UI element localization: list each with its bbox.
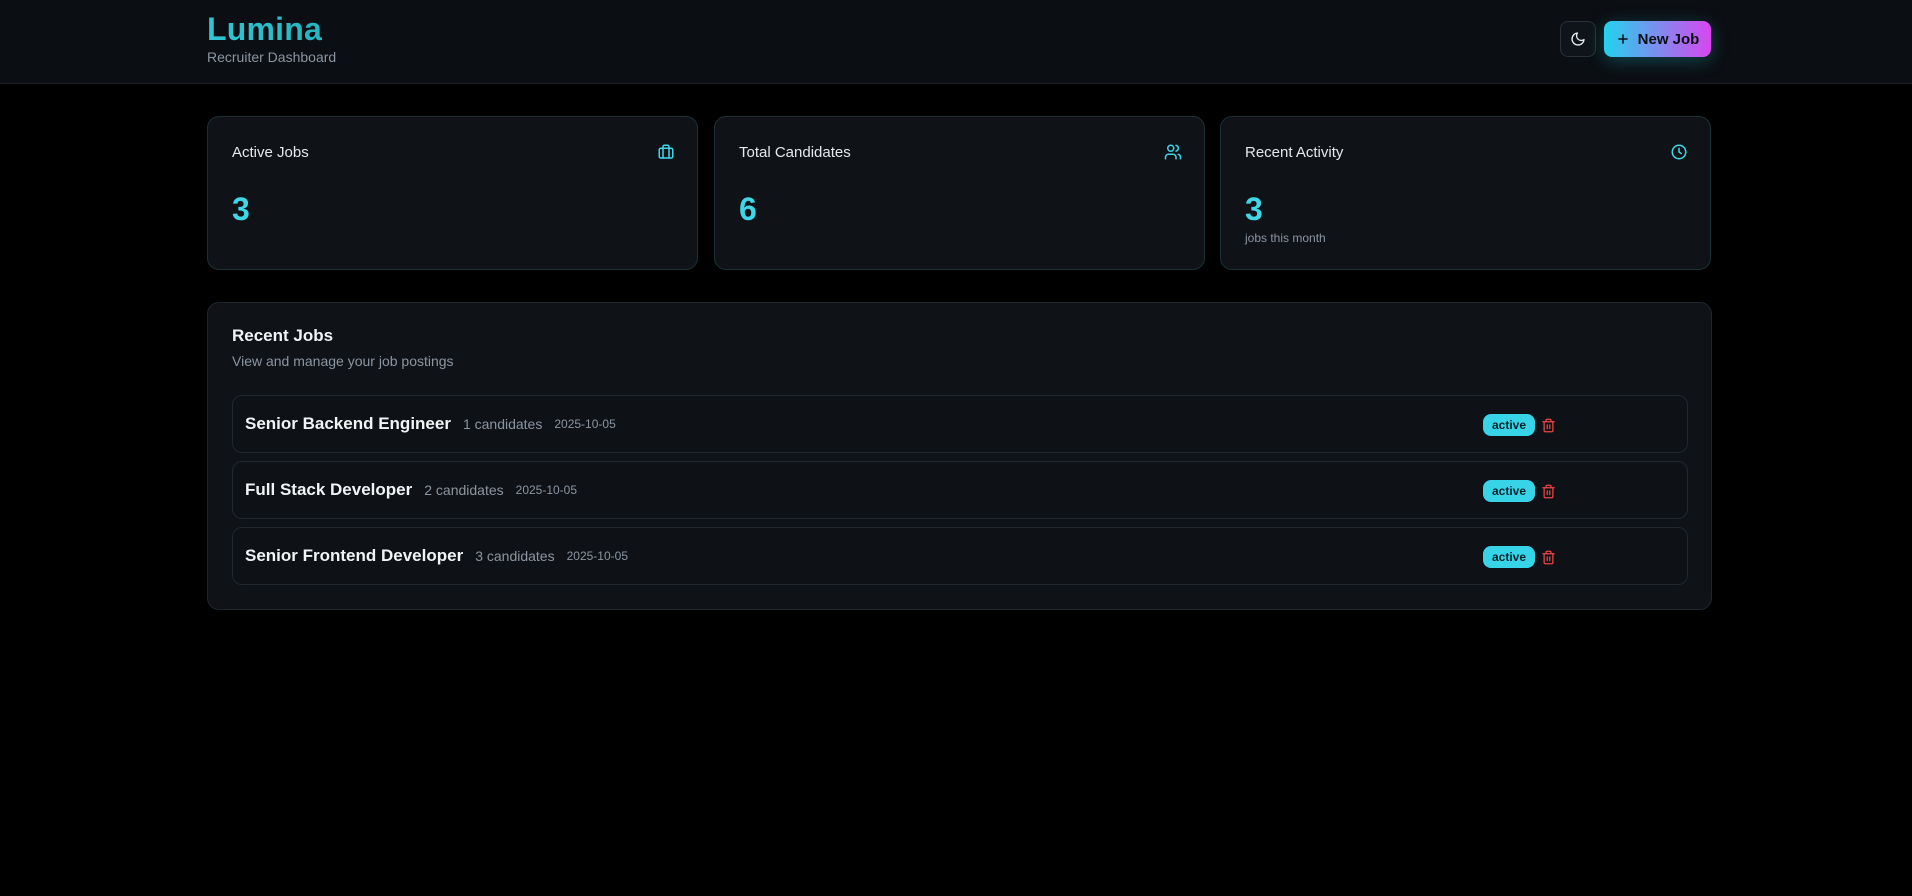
stat-label: Active Jobs (232, 144, 309, 161)
app-title: Lumina (207, 10, 336, 48)
status-badge: active (1483, 546, 1536, 568)
stat-label: Recent Activity (1245, 144, 1344, 161)
stat-card-recent-activity: Recent Activity 3 jobs this month (1220, 116, 1711, 270)
app-header: Lumina Recruiter Dashboard New Job (0, 0, 1912, 84)
job-date: 2025-10-05 (554, 417, 616, 431)
trash-icon (1541, 484, 1555, 498)
stat-value: 3 (1245, 191, 1263, 227)
new-job-button[interactable]: New Job (1604, 21, 1711, 57)
stat-value: 6 (739, 191, 757, 227)
job-title[interactable]: Full Stack Developer (245, 480, 412, 500)
delete-job-button[interactable] (1535, 412, 1561, 438)
app-subtitle: Recruiter Dashboard (207, 49, 337, 65)
recent-jobs-panel: Recent Jobs View and manage your job pos… (207, 302, 1712, 610)
job-title[interactable]: Senior Frontend Developer (245, 546, 463, 566)
recent-jobs-title: Recent Jobs (232, 326, 334, 345)
trash-icon (1541, 550, 1555, 564)
job-candidate-count: 2 candidates (424, 482, 504, 498)
job-date: 2025-10-05 (566, 549, 628, 563)
delete-job-button[interactable] (1535, 478, 1561, 504)
recent-jobs-subtitle: View and manage your job postings (232, 353, 454, 369)
status-badge: active (1483, 414, 1536, 436)
clock-icon (1671, 144, 1687, 160)
stat-value: 3 (232, 191, 250, 227)
stat-card-total-candidates: Total Candidates 6 (714, 116, 1205, 270)
plus-icon (1617, 34, 1628, 44)
job-candidate-count: 1 candidates (462, 416, 543, 432)
users-icon (1164, 144, 1182, 160)
stat-label: Total Candidates (739, 144, 851, 161)
theme-toggle-button[interactable] (1560, 21, 1596, 57)
job-candidate-count: 3 candidates (475, 548, 555, 564)
stat-card-active-jobs: Active Jobs 3 (207, 116, 698, 270)
job-title[interactable]: Senior Backend Engineer (245, 414, 451, 434)
brand: Lumina Recruiter Dashboard (207, 10, 336, 65)
job-date: 2025-10-05 (515, 483, 578, 497)
trash-icon (1541, 418, 1555, 432)
job-row[interactable]: Senior Frontend Developer 3 candidates 2… (232, 527, 1688, 585)
delete-job-button[interactable] (1535, 544, 1561, 570)
briefcase-icon (658, 144, 674, 159)
stat-note: jobs this month (1245, 231, 1326, 245)
job-row[interactable]: Full Stack Developer 2 candidates 2025-1… (232, 461, 1688, 519)
moon-icon (1571, 32, 1585, 46)
status-badge: active (1483, 480, 1536, 502)
new-job-label: New Job (1637, 30, 1700, 48)
job-row[interactable]: Senior Backend Engineer 1 candidates 202… (232, 395, 1688, 453)
